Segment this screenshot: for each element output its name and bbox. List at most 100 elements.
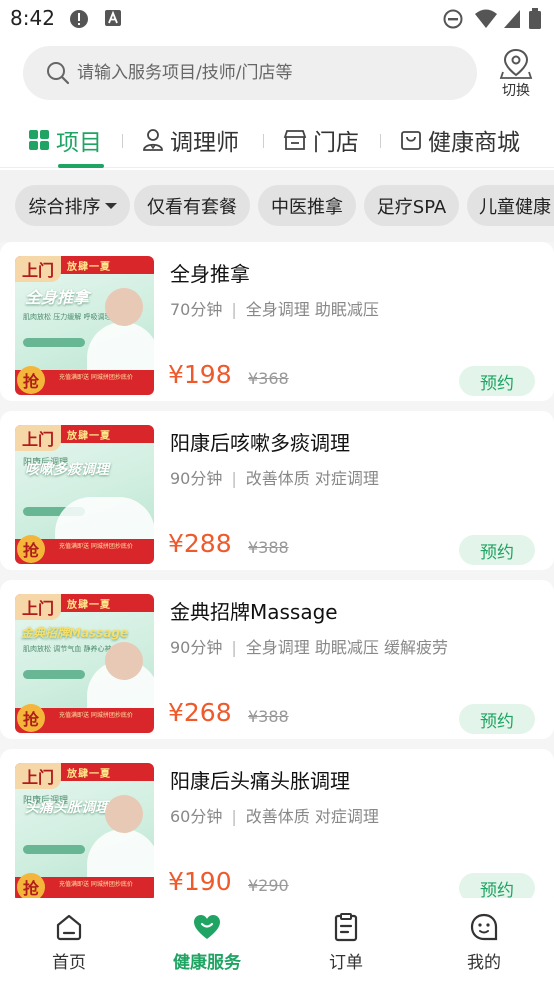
promo-banner-text: 放肆一夏 [67,769,111,780]
service-thumbnail: 放肆一夏 上门 金典招牌Massage 肌肉放松 调节气血 静养心神 抢 充值满… [15,594,154,733]
filter-bar: 综合排序 仅看有套餐 中医推拿 足疗SPA 儿童健康 [0,170,554,242]
tab-label: 门店 [313,130,359,156]
service-duration: 90分钟 [170,469,223,488]
service-meta: 70分钟 | 全身调理 助眠减压 [170,296,379,320]
thumbnail-pill [23,845,85,854]
switch-location-button[interactable]: 切换 [492,48,540,102]
service-card[interactable]: 放肆一夏 上门 阳康后调理 头痛头胀调理 抢 充值满即送 同城拼团抄底价 阳康后… [0,749,554,898]
therapist-icon [143,129,163,151]
service-original-price: ¥368 [248,369,289,388]
person-head-image [105,795,143,833]
service-thumbnail: 放肆一夏 上门 全身推拿 肌肉放松 压力缓解 呼吸调理 抢 充值满即送 同城拼团… [15,256,154,395]
service-name: 阳康后咳嗽多痰调理 [170,431,350,455]
nav-health-services[interactable]: 健康服务 [157,912,257,974]
tab-divider [122,134,123,148]
store-icon [283,130,307,150]
service-thumbnail: 放肆一夏 上门 阳康后调理 头痛头胀调理 抢 充值满即送 同城拼团抄底价 [15,763,154,898]
tab-divider [380,134,381,148]
filter-sort[interactable]: 综合排序 [15,185,130,226]
book-button[interactable]: 预约 [459,366,535,396]
service-price: ¥198 [168,360,232,389]
filter-label: 儿童健康 [479,196,551,218]
service-duration: 60分钟 [170,807,223,826]
home-service-badge: 上门 [15,425,61,451]
thumbnail-title: 头痛头胀调理 [25,800,109,816]
promo-footer-text: 充值满即送 同城拼团抄底价 [59,543,133,550]
nav-home[interactable]: 首页 [19,912,119,974]
person-head-image [105,288,143,326]
battery-icon [529,8,541,29]
service-tags: 改善体质 对症调理 [245,469,379,488]
service-name: 阳康后头痛头胀调理 [170,769,350,793]
filter-label: 仅看有套餐 [147,196,237,218]
filter-package-only[interactable]: 仅看有套餐 [134,185,250,226]
home-service-badge: 上门 [15,594,61,620]
search-bar[interactable] [23,46,477,100]
book-button[interactable]: 预约 [459,535,535,565]
alert-icon [70,10,88,28]
thumbnail-tagline: 肌肉放松 压力缓解 呼吸调理 [23,313,112,321]
promo-footer-text: 充值满即送 同城拼团抄底价 [59,712,133,719]
thumbnail-tagline: 肌肉放松 调节气血 静养心神 [23,645,112,653]
nav-label: 健康服务 [173,953,241,973]
tab-label: 调理师 [170,130,239,156]
active-tab-indicator [58,164,104,168]
service-price: ¥268 [168,698,232,727]
service-card[interactable]: 放肆一夏 上门 阳康后调理 咳嗽多痰调理 抢 充值满即送 同城拼团抄底价 阳康后… [0,411,554,570]
clipboard-icon [334,913,358,942]
promo-banner-text: 放肆一夏 [67,431,111,442]
grid-icon [29,130,49,150]
search-input[interactable] [77,46,457,100]
promo-banner-text: 放肆一夏 [67,262,111,273]
filter-child-health[interactable]: 儿童健康 [467,185,554,226]
do-not-disturb-icon [443,9,463,29]
nav-label: 首页 [52,953,86,973]
meta-divider: | [231,469,237,488]
service-card[interactable]: 放肆一夏 上门 全身推拿 肌肉放松 压力缓解 呼吸调理 抢 充值满即送 同城拼团… [0,242,554,401]
home-icon [56,914,82,941]
shopping-bag-icon [401,131,421,150]
filter-label: 足疗SPA [376,196,447,218]
tab-label: 项目 [56,130,102,156]
service-name: 金典招牌Massage [170,600,338,624]
home-service-badge: 上门 [15,763,61,789]
location-pin-icon [499,48,533,79]
tab-stores[interactable]: 门店 [283,120,359,160]
book-button[interactable]: 预约 [459,704,535,734]
filter-tcm-massage[interactable]: 中医推拿 [258,185,356,226]
switch-label: 切换 [502,83,530,99]
home-service-badge: 上门 [15,256,61,282]
thumbnail-title: 全身推拿 [25,288,90,307]
service-meta: 90分钟 | 全身调理 助眠减压 缓解疲劳 [170,634,448,658]
profile-icon [470,913,498,941]
search-icon [47,62,70,85]
service-tags: 改善体质 对症调理 [245,807,379,826]
book-button[interactable]: 预约 [459,873,535,898]
service-meta: 90分钟 | 改善体质 对症调理 [170,465,379,489]
tab-health-mall[interactable]: 健康商城 [400,120,520,160]
service-original-price: ¥290 [248,876,289,895]
service-card[interactable]: 放肆一夏 上门 金典招牌Massage 肌肉放松 调节气血 静养心神 抢 充值满… [0,580,554,739]
nav-label: 我的 [467,953,501,973]
tab-label: 健康商城 [428,130,520,156]
promo-footer-text: 充值满即送 同城拼团抄底价 [59,374,133,381]
tab-projects[interactable]: 项目 [28,120,102,160]
filter-foot-spa[interactable]: 足疗SPA [364,185,459,226]
main-tabs: 项目 调理师 门店 健康商城 [0,112,554,168]
person-image [55,497,154,541]
service-tags: 全身调理 助眠减压 [245,300,379,319]
status-bar: 8:42 [0,0,554,36]
signal-icon [504,10,520,28]
grab-badge: 抢 [17,535,45,563]
status-time: 8:42 [10,6,55,30]
nav-profile[interactable]: 我的 [434,912,534,974]
tab-divider [263,134,264,148]
filter-label: 综合排序 [28,196,101,218]
nav-orders[interactable]: 订单 [296,912,396,974]
promo-footer-text: 充值满即送 同城拼团抄底价 [59,881,133,888]
service-list: 放肆一夏 上门 全身推拿 肌肉放松 压力缓解 呼吸调理 抢 充值满即送 同城拼团… [0,242,554,898]
person-head-image [105,642,143,680]
meta-divider: | [231,807,237,826]
tab-therapists[interactable]: 调理师 [142,120,239,160]
service-price: ¥190 [168,867,232,896]
